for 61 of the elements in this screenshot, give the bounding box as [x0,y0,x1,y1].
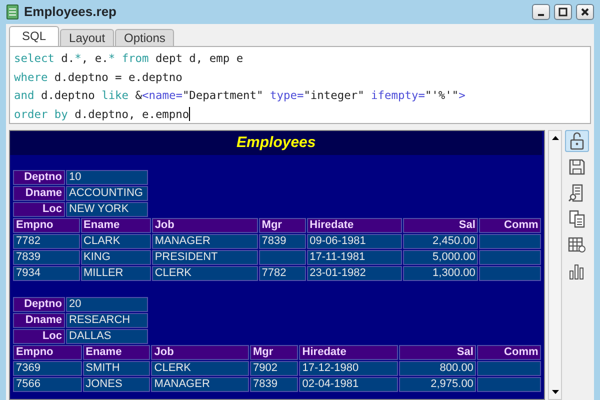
column-header: Mgr [250,345,298,360]
field-value: ACCOUNTING [66,186,148,201]
field-value: NEW YORK [66,202,148,217]
table-cell: CLARK [80,234,151,249]
column-header: Comm [479,218,542,233]
tab[interactable]: SQL [9,26,60,46]
table-cell: 2,975.00 [399,377,476,392]
column-header: Empno [13,345,82,360]
column-header: Ename [80,218,151,233]
table-cell: 7782 [13,234,80,249]
column-header: Ename [82,345,150,360]
column-header: Job [151,345,249,360]
column-header: Hiredate [306,218,402,233]
table-cell: 17-12-1980 [299,361,398,376]
table-cell: 7782 [258,266,306,281]
table-cell: 7566 [13,377,82,392]
report-title: Employees [10,131,542,155]
table-cell: 2,450.00 [403,234,478,249]
table-cell: KING [80,250,151,265]
table-cell: CLERK [151,361,249,376]
tab[interactable]: Layout [60,29,114,46]
field-label: Dname [13,186,65,201]
field-label: Loc [13,329,65,344]
table-cell: 23-01-1982 [306,266,402,281]
table-cell: 800.00 [399,361,476,376]
field-value: 10 [66,170,148,185]
field-value: DALLAS [66,329,148,344]
table-cell: MANAGER [152,234,258,249]
table-cell: PRESIDENT [152,250,258,265]
column-header: Sal [399,345,476,360]
column-header: Hiredate [299,345,398,360]
sql-editor[interactable]: select d.*, e.* from dept d, emp e where d.deptno = e.deptno and d.deptno like &<name="Department" type="integer" ifempty="'%'"> order by d.deptno, e.empno [9,46,591,124]
table-cell: CLERK [152,266,258,281]
column-header: Sal [403,218,478,233]
table-cell: 02-04-1981 [299,377,398,392]
table-cell: 09-06-1981 [306,234,402,249]
table-cell: MILLER [80,266,151,281]
tab[interactable]: Options [115,29,174,46]
field-label: Deptno [13,170,65,185]
table-cell: MANAGER [151,377,249,392]
table-cell: 17-11-1981 [306,250,402,265]
table-cell: 7839 [258,234,306,249]
table-cell: SMITH [82,361,150,376]
table-cell: 7839 [13,250,80,265]
table-cell: JONES [82,377,150,392]
field-label: Loc [13,202,65,217]
field-label: Deptno [13,297,65,312]
table-cell: 7839 [250,377,298,392]
field-value: 20 [66,297,148,312]
window-title: Employees.rep [24,3,118,22]
table-cell: 5,000.00 [403,250,478,265]
table-cell: 7902 [250,361,298,376]
table-cell: 1,300.00 [403,266,478,281]
table-cell: 7369 [13,361,82,376]
field-value: RESEARCH [66,313,148,328]
field-label: Dname [13,313,65,328]
column-header: Comm [477,345,542,360]
column-header: Job [152,218,258,233]
column-header: Mgr [258,218,306,233]
table-cell: 7934 [13,266,80,281]
column-header: Empno [13,218,80,233]
